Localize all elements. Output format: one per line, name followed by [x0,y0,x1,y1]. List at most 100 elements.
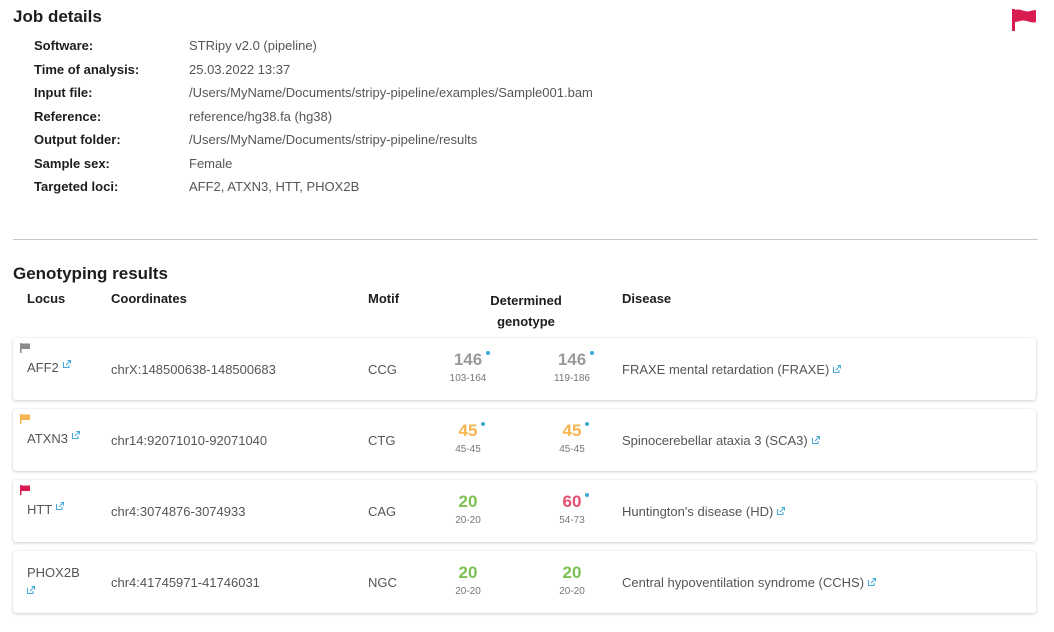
external-link-icon[interactable] [833,365,842,373]
allele-2-range: 45-45 [559,444,585,455]
header-genotype-line2: genotype [497,314,555,329]
motif-cell: CCG [368,361,397,377]
detail-label: Software: [34,38,94,54]
allele-2-value[interactable]: 146 [558,350,595,370]
external-link-icon[interactable] [27,586,35,594]
allele-1-range: 20-20 [455,586,481,597]
coordinates-cell: chr14:92071010-92071040 [111,432,268,448]
motif-cell: NGC [368,574,397,590]
detail-row-reference: Reference: reference/hg38.fa (hg38) [34,105,593,129]
allele-2-value: 20 [562,563,582,582]
result-row-phox2b: PHOX2B chr4:41745971-41746031 NGC 20 20-… [13,551,1036,613]
coordinates-cell: chrX:148500638-148500683 [111,361,276,377]
allele-2[interactable]: 45 45-45 [542,421,602,457]
allele-2-value[interactable]: 45 [563,421,590,441]
disease-link[interactable]: FRAXE mental retardation (FRAXE) [622,362,829,377]
info-dot-icon[interactable] [590,351,595,355]
detail-row-time: Time of analysis: 25.03.2022 13:37 [34,58,593,82]
allele-2: 20 20-20 [542,563,602,599]
allele-2-range: 119-186 [554,373,590,384]
red-flag-icon [1012,9,1036,31]
info-dot-icon[interactable] [486,351,491,355]
detail-row-sample-sex: Sample sex: Female [34,152,593,176]
allele-1-value: 20 [458,563,478,582]
locus-cell[interactable]: PHOX2B [27,564,80,594]
allele-1-value[interactable]: 45 [459,421,486,441]
disease-link[interactable]: Huntington's disease (HD) [622,504,773,519]
allele-1-value[interactable]: 146 [454,350,491,370]
external-link-icon[interactable] [56,502,65,510]
detail-label: Reference: [34,108,102,124]
allele-1[interactable]: 146 103-164 [438,350,498,386]
disease-cell[interactable]: FRAXE mental retardation (FRAXE) [622,338,842,400]
header-motif: Motif [368,291,400,306]
external-link-icon[interactable] [62,360,71,368]
detail-value: /Users/MyName/Documents/stripy-pipeline/… [189,132,478,148]
disease-link[interactable]: Spinocerebellar ataxia 3 (SCA3) [622,433,808,448]
detail-label: Input file: [34,85,93,101]
allele-2-range: 54-73 [559,515,585,526]
external-link-icon[interactable] [777,507,786,515]
motif-cell: CAG [368,503,397,519]
detail-row-targeted-loci: Targeted loci: AFF2, ATXN3, HTT, PHOX2B [34,175,593,199]
locus-link[interactable]: PHOX2B [27,565,80,580]
locus-cell[interactable]: AFF2 [27,359,71,377]
header-determined-genotype: Determined genotype [476,290,576,332]
allele-1[interactable]: 45 45-45 [438,421,498,457]
coordinates-cell: chr4:41745971-41746031 [111,574,260,590]
job-details-list: Software: STRipy v2.0 (pipeline) Time of… [34,34,593,199]
result-row-aff2: AFF2 chrX:148500638-148500683 CCG 146 10… [13,338,1036,400]
header-locus: Locus [27,291,66,306]
motif-cell: CTG [368,432,396,448]
coordinates-cell: chr4:3074876-3074933 [111,503,246,519]
disease-cell[interactable]: Huntington's disease (HD) [622,480,786,542]
header-disease: Disease [622,291,672,306]
section-divider [13,239,1038,240]
detail-row-input-file: Input file: /Users/MyName/Documents/stri… [34,81,593,105]
disease-cell[interactable]: Spinocerebellar ataxia 3 (SCA3) [622,409,820,471]
disease-link[interactable]: Central hypoventilation syndrome (CCHS) [622,575,864,590]
allele-1: 20 20-20 [438,563,498,599]
detail-value: STRipy v2.0 (pipeline) [189,38,317,54]
detail-value: Female [189,155,233,171]
detail-label: Targeted loci: [34,179,119,195]
detail-row-output-folder: Output folder: /Users/MyName/Documents/s… [34,128,593,152]
orange-flag-icon [20,414,30,424]
locus-cell[interactable]: ATXN3 [27,430,80,448]
detail-value: reference/hg38.fa (hg38) [189,108,333,124]
external-link-icon[interactable] [868,578,877,586]
locus-link[interactable]: HTT [27,502,52,517]
detail-label: Time of analysis: [34,61,140,77]
detail-label: Output folder: [34,132,121,148]
detail-value: /Users/MyName/Documents/stripy-pipeline/… [189,85,593,101]
genotyping-results-title: Genotyping results [13,264,168,283]
allele-2-range: 20-20 [559,586,585,597]
detail-value: AFF2, ATXN3, HTT, PHOX2B [189,179,360,195]
locus-cell[interactable]: HTT [27,501,65,519]
external-link-icon[interactable] [811,436,820,444]
allele-2[interactable]: 146 119-186 [542,350,602,386]
allele-1-range: 20-20 [455,515,481,526]
allele-2-value[interactable]: 60 [563,492,590,512]
external-link-icon[interactable] [71,431,80,439]
result-row-atxn3: ATXN3 chr14:92071010-92071040 CTG 45 45-… [13,409,1036,471]
result-row-htt: HTT chr4:3074876-3074933 CAG 20 20-20 60… [13,480,1036,542]
allele-2[interactable]: 60 54-73 [542,492,602,528]
info-dot-icon[interactable] [585,493,590,497]
info-dot-icon[interactable] [481,422,486,426]
detail-row-software: Software: STRipy v2.0 (pipeline) [34,34,593,58]
allele-1: 20 20-20 [438,492,498,528]
locus-link[interactable]: AFF2 [27,360,59,375]
allele-1-value: 20 [458,492,478,511]
red-flag-icon [20,485,30,495]
info-dot-icon[interactable] [585,422,590,426]
allele-1-range: 103-164 [449,373,487,384]
job-details-title: Job details [13,7,102,26]
allele-1-range: 45-45 [455,444,481,455]
gray-flag-icon [20,343,30,353]
detail-label: Sample sex: [34,155,110,171]
header-coordinates: Coordinates [111,291,187,306]
disease-cell[interactable]: Central hypoventilation syndrome (CCHS) [622,551,877,613]
detail-value: 25.03.2022 13:37 [189,61,291,77]
locus-link[interactable]: ATXN3 [27,431,68,446]
